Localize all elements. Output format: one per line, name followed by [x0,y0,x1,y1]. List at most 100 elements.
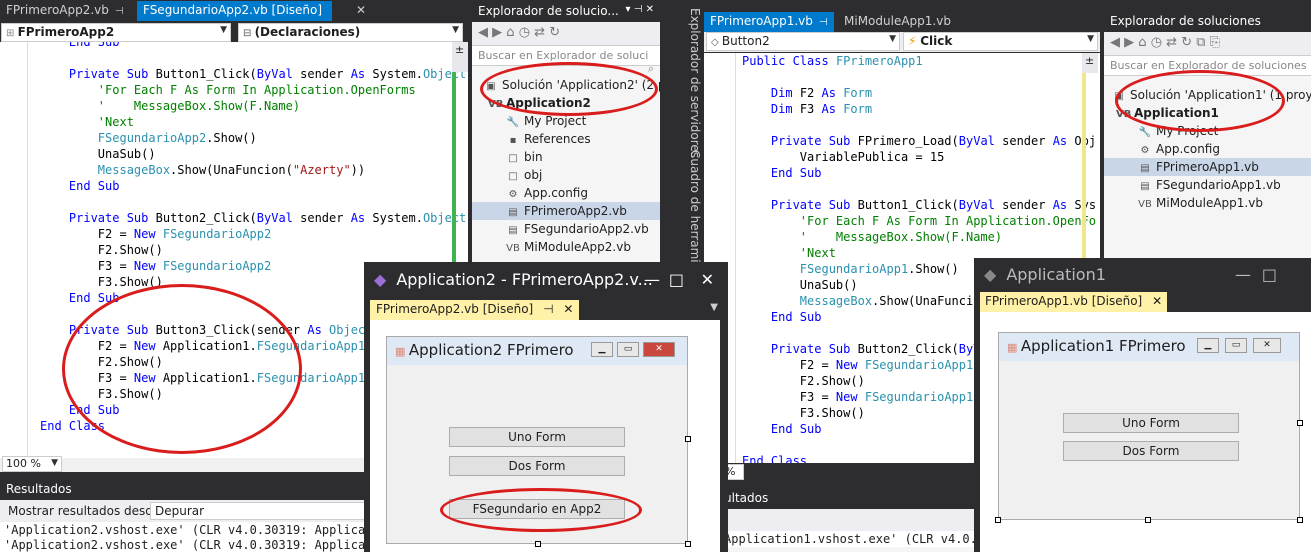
show-from-dropdown[interactable]: Depurar [150,502,370,520]
uno-form-button[interactable]: Uno Form [449,427,625,447]
maximize-icon[interactable]: ▭ [1225,338,1247,353]
code-line: F3.Show() [742,406,865,420]
tab-server-explorer[interactable]: Explorador de servidores [680,8,702,158]
chevron-down-icon: ▼ [51,458,58,468]
maximize-icon[interactable]: ▭ [617,342,639,357]
chevron-down-icon[interactable]: ▼ [710,302,718,313]
tree-item-label: FSegundarioApp2.vb [524,222,649,236]
code-line: End Sub [68,42,120,49]
doc-tab-label: FPrimeroApp2.vb [Diseño] [376,302,534,316]
resize-handle[interactable] [995,517,1001,523]
vertical-scrollbar[interactable]: ± [452,42,468,72]
close-icon[interactable]: ✕ [563,302,573,316]
resize-handle[interactable] [1297,420,1303,426]
code-line: End Class [742,454,808,463]
forward-icon[interactable]: ▶ [492,25,502,40]
output-panel-right: ultados Application1.vshost.exe' (CLR v4… [722,487,977,552]
sync-icon[interactable]: ⇄ [1166,35,1177,50]
form-title: Application2 FPrimero [408,341,574,359]
tree-item[interactable]: ▤ FPrimeroApp2.vb [472,202,660,220]
uno-form-button[interactable]: Uno Form [1063,413,1239,433]
close-icon[interactable]: ✕ [1152,294,1162,308]
code-line: Private Sub Button2_Click(ByVal sender A… [68,211,467,225]
tree-item-label: FPrimeroApp1.vb [1156,160,1259,174]
tree-item[interactable]: VB MiModuleApp1.vb [1104,194,1311,212]
code-line: Private Sub Button2_Click(ByVa [770,342,988,356]
code-line: End Sub [770,422,822,436]
minimize-icon[interactable]: ▁ [591,342,613,357]
tab-fprimeroapp2[interactable]: FPrimeroApp2.vb ⊣ [0,1,135,21]
tree-item[interactable]: ▤ FSegundarioApp1.vb [1104,176,1311,194]
tab-mimoduleapp1[interactable]: MiModuleApp1.vb [838,12,968,32]
code-line: VariablePublica = 15 [742,150,945,164]
history-icon[interactable]: ◷ [1151,35,1162,50]
tree-item[interactable]: ⚙ App.config [1104,140,1311,158]
refresh-icon[interactable]: ↻ [549,25,560,40]
maximize-icon[interactable]: □ [669,270,684,289]
dos-form-button[interactable]: Dos Form [449,456,625,476]
class-dropdown-value: FPrimeroApp2 [17,25,115,39]
history-icon[interactable]: ◷ [519,25,530,40]
chevron-down-icon: ▼ [220,25,227,35]
dos-form-button[interactable]: Dos Form [1063,441,1239,461]
refresh-icon[interactable]: ↻ [1181,35,1192,50]
resize-handle[interactable] [1145,517,1151,523]
form-preview-app1[interactable]: ▦ Application1 FPrimero ▁ ▭ ✕ Uno Form D… [998,332,1300,520]
close-icon[interactable]: ✕ [1253,338,1281,353]
code-line: Private Sub FPrimero_Load(ByVal sender A… [770,134,1096,148]
resize-handle[interactable] [685,541,691,547]
pin-icon[interactable]: ▾ ⊣ ✕ [626,4,654,15]
tree-item[interactable]: ▤ FSegundarioApp2.vb [472,220,660,238]
form-icon: ▦ [395,345,409,358]
back-icon[interactable]: ◀ [478,25,488,40]
pin-icon[interactable]: ⊣ [543,302,553,316]
close-icon[interactable]: ✕ [701,270,714,289]
close-icon[interactable]: ✕ [356,3,366,17]
code-line: FSegundarioApp2.Show() [97,131,257,145]
tree-item[interactable]: ▤ FPrimeroApp1.vb [1104,158,1311,176]
forward-icon[interactable]: ▶ [1124,35,1134,50]
tab-fsegundarioapp2-design[interactable]: FSegundarioApp2.vb [Diseño] [137,1,332,21]
tree-item-label: MiModuleApp1.vb [1156,196,1263,210]
close-icon[interactable]: ✕ [643,342,675,357]
minimize-icon[interactable]: ▁ [1197,338,1219,353]
output-toolbar: Mostrar resultados desde: Depurar [0,500,370,522]
visual-studio-icon: ◆ [374,270,387,289]
solution-explorer-title: Explorador de soluciones [1110,14,1261,28]
window-title: Application1 [1006,265,1106,284]
tree-item[interactable]: VB MiModuleApp2.vb [472,238,660,256]
sync-icon[interactable]: ⇄ [534,25,545,40]
home-icon[interactable]: ⌂ [506,25,514,40]
control-dropdown[interactable]: ◇ Button2 ▼ [706,32,900,51]
minimize-icon[interactable]: — [1235,265,1251,284]
collapse-icon[interactable]: ⧉ [1196,35,1205,50]
tree-item[interactable]: ▪ References [472,130,660,148]
tree-item[interactable]: ⚙ App.config [472,184,660,202]
pin-icon[interactable]: ⊣ [819,17,828,28]
doc-tab[interactable]: FPrimeroApp1.vb [Diseño] ✕ [980,292,1168,312]
output-panel-left: Resultados Mostrar resultados desde: Dep… [0,478,370,552]
resize-handle[interactable] [1297,517,1303,523]
resize-handle[interactable] [685,436,691,442]
event-dropdown[interactable]: ⚡ Click ▼ [903,32,1098,51]
minimize-icon[interactable]: — [644,270,660,289]
tab-fprimeroapp1[interactable]: FPrimeroApp1.vb ⊣ [704,12,834,32]
vertical-scrollbar[interactable]: ± [1082,53,1098,73]
doc-tab[interactable]: FPrimeroApp2.vb [Diseño] ⊣ ✕ [370,300,580,320]
tree-item[interactable]: □ obj [472,166,660,184]
tree-item[interactable]: □ bin [472,148,660,166]
pin-icon[interactable]: ⊣ [115,6,124,17]
resize-handle[interactable] [535,541,541,547]
zoom-dropdown[interactable]: 100 % ▼ [2,456,62,472]
file-icon: VB [506,243,520,254]
class-dropdown[interactable]: ⊞ FPrimeroApp2 ▼ [1,23,231,42]
code-line: Public Class FPrimeroApp1 [742,54,923,68]
solution-explorer-toolbar: ◀ ▶ ⌂ ◷ ⇄ ↻ [472,22,660,46]
home-icon[interactable]: ⌂ [1138,35,1146,50]
code-line: 'For Each F As Form In Application.OpenF… [97,83,416,97]
member-dropdown[interactable]: ⊟ (Declaraciones) ▼ [238,23,463,42]
maximize-icon[interactable]: □ [1262,265,1277,284]
back-icon[interactable]: ◀ [1110,35,1120,50]
copy-icon[interactable]: ⎘ [1210,35,1220,50]
visual-studio-icon: ◆ [984,265,997,284]
